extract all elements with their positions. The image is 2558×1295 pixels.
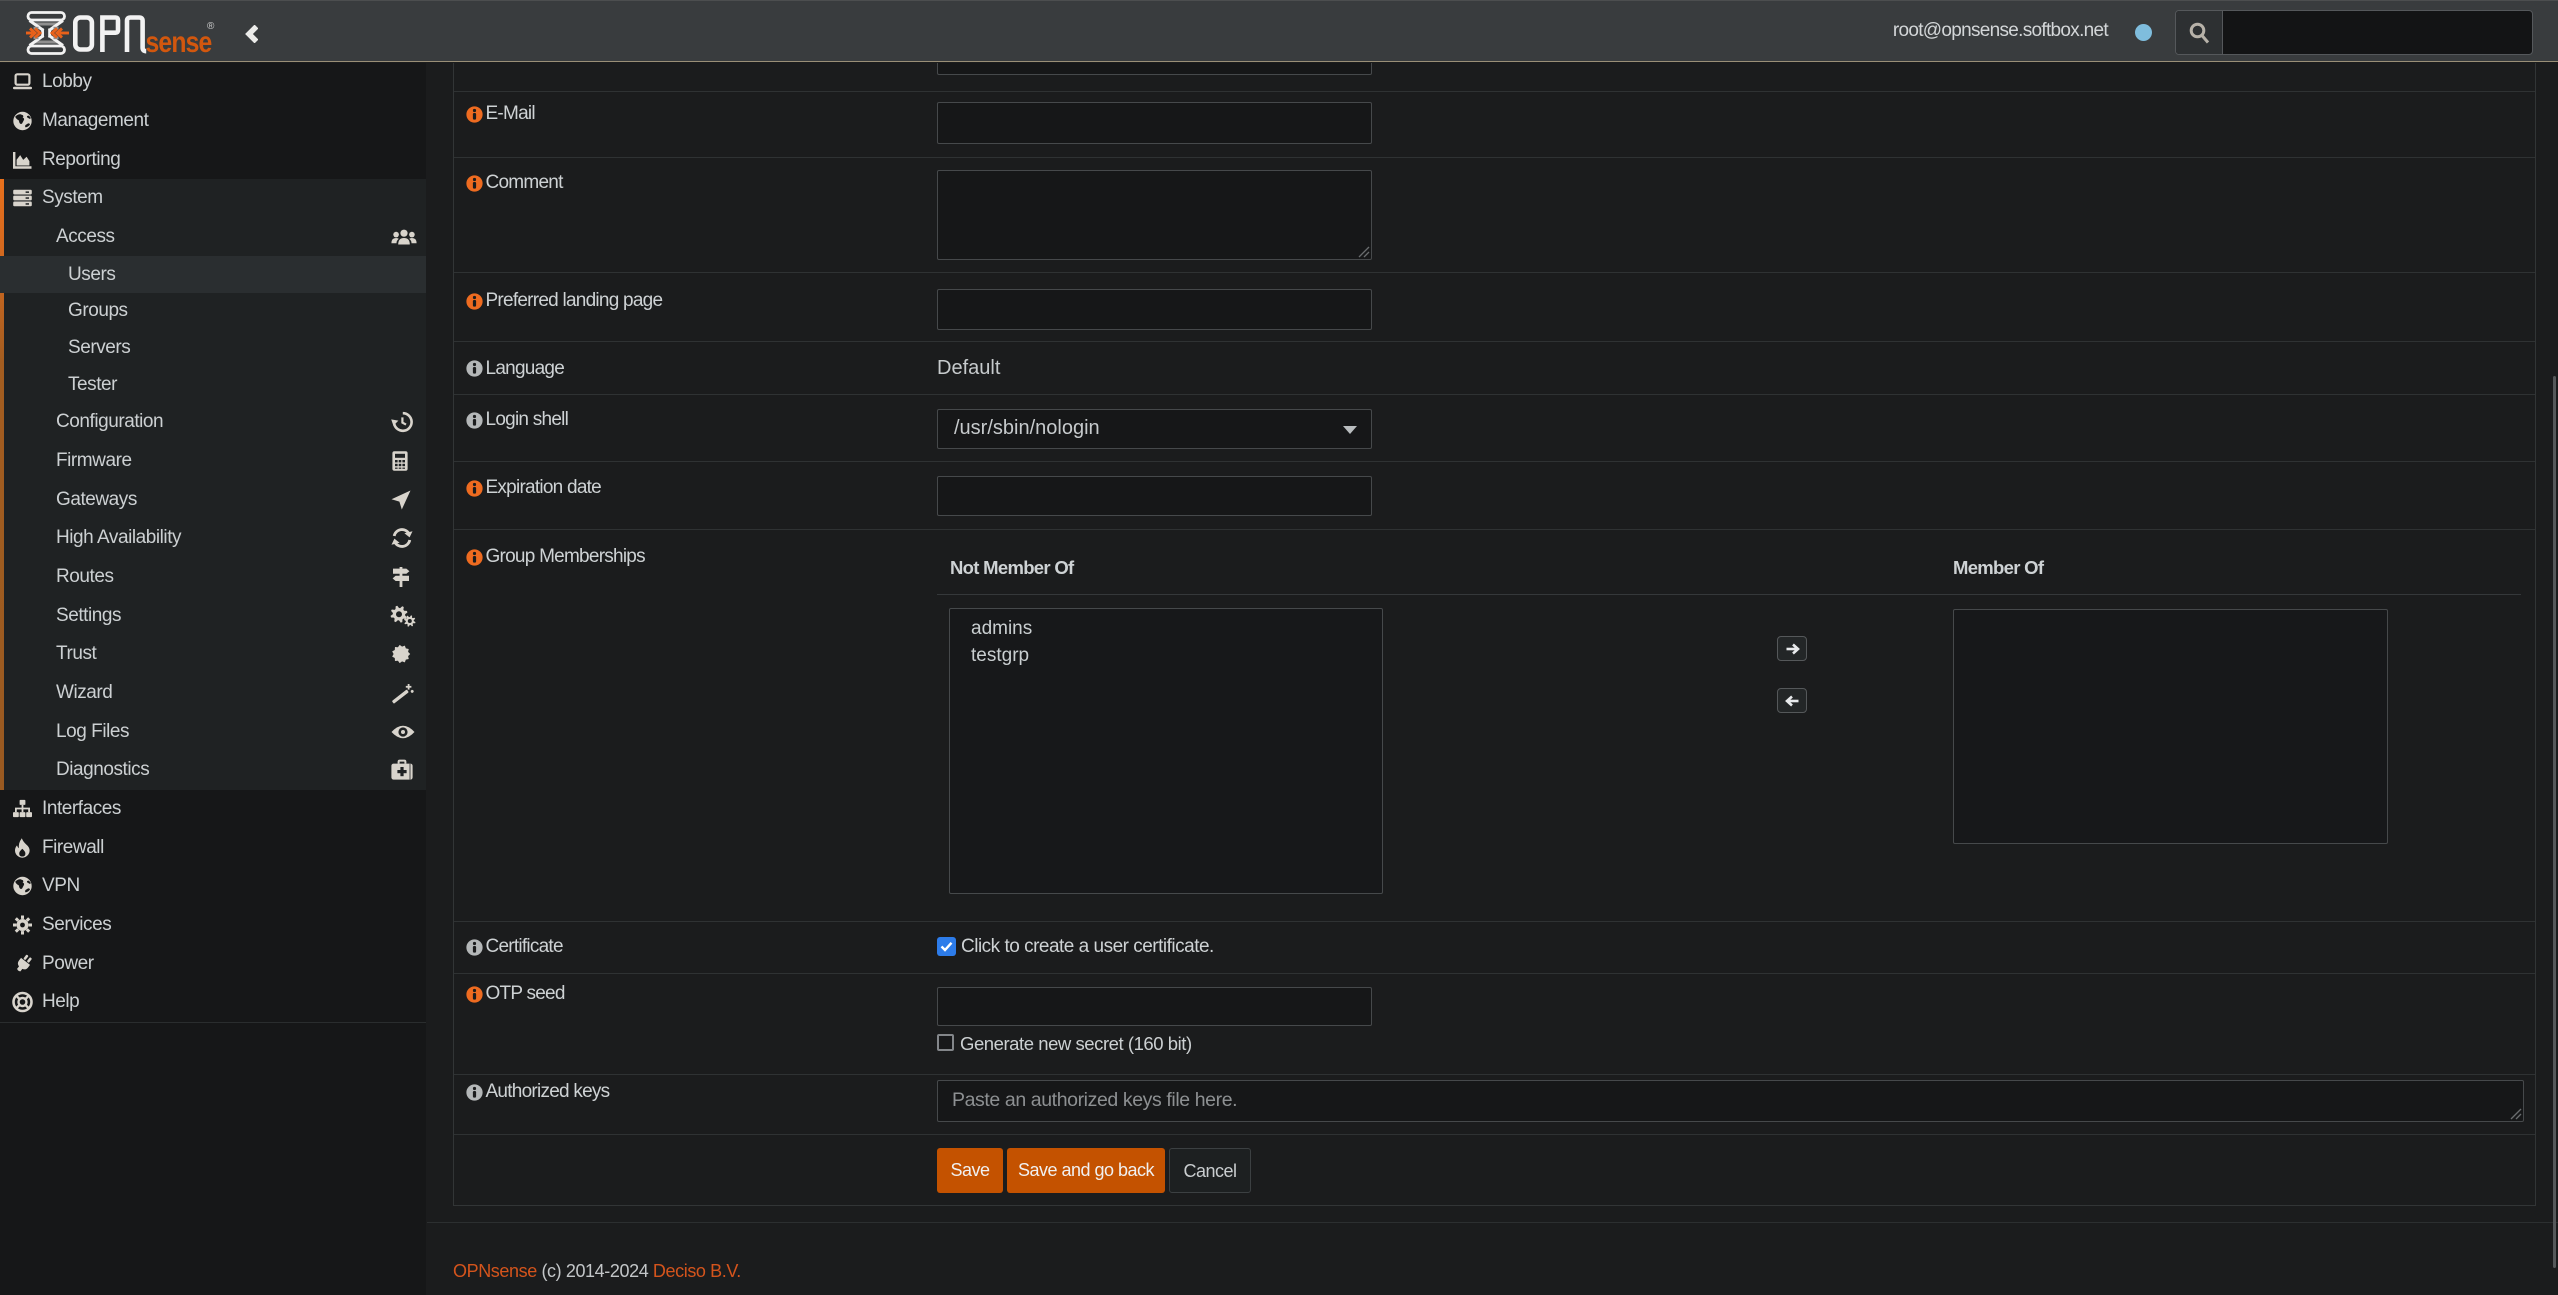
svg-text:®: ® (207, 21, 215, 32)
svg-text:sense: sense (146, 26, 212, 55)
